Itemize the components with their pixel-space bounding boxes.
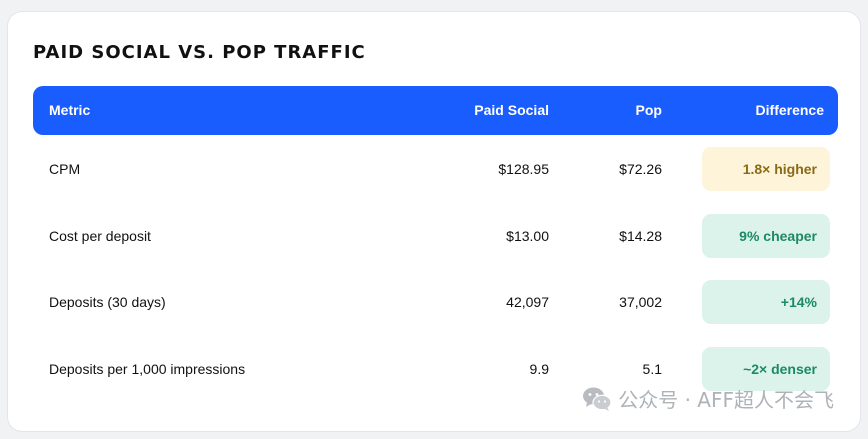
table-row: Deposits (30 days) 42,097 37,002 +14% [33,279,838,325]
table-row: CPM $128.95 $72.26 1.8× higher [33,146,838,192]
header-metric: Metric [49,102,91,118]
difference-badge: +14% [702,280,830,324]
row-metric: Deposits (30 days) [49,294,166,310]
row-paid-social: $13.00 [506,228,549,244]
header-difference: Difference [755,102,824,118]
row-pop: 37,002 [619,294,662,310]
header-pop: Pop [635,102,662,118]
comparison-card: PAID SOCIAL VS. POP TRAFFIC Metric Paid … [8,12,860,431]
row-metric: CPM [49,161,81,177]
wechat-icon [583,387,612,411]
row-paid-social: $128.95 [498,161,549,177]
difference-badge: 9% cheaper [702,214,830,258]
row-metric: Cost per deposit [49,228,151,244]
table-header: Metric Paid Social Pop Difference [33,86,838,135]
row-pop: $14.28 [619,228,662,244]
row-paid-social: 9.9 [529,361,549,377]
watermark: 公众号 · AFF超人不会飞 [582,384,834,413]
difference-badge: 1.8× higher [702,147,830,191]
row-pop: $72.26 [619,161,662,177]
watermark-text: 公众号 · AFF超人不会飞 [618,388,834,412]
row-metric: Deposits per 1,000 impressions [49,361,246,377]
table-row: Cost per deposit $13.00 $14.28 9% cheape… [33,213,838,259]
table-title: PAID SOCIAL VS. POP TRAFFIC [33,42,366,63]
header-paid-social: Paid Social [474,102,549,118]
row-paid-social: 42,097 [506,294,549,310]
